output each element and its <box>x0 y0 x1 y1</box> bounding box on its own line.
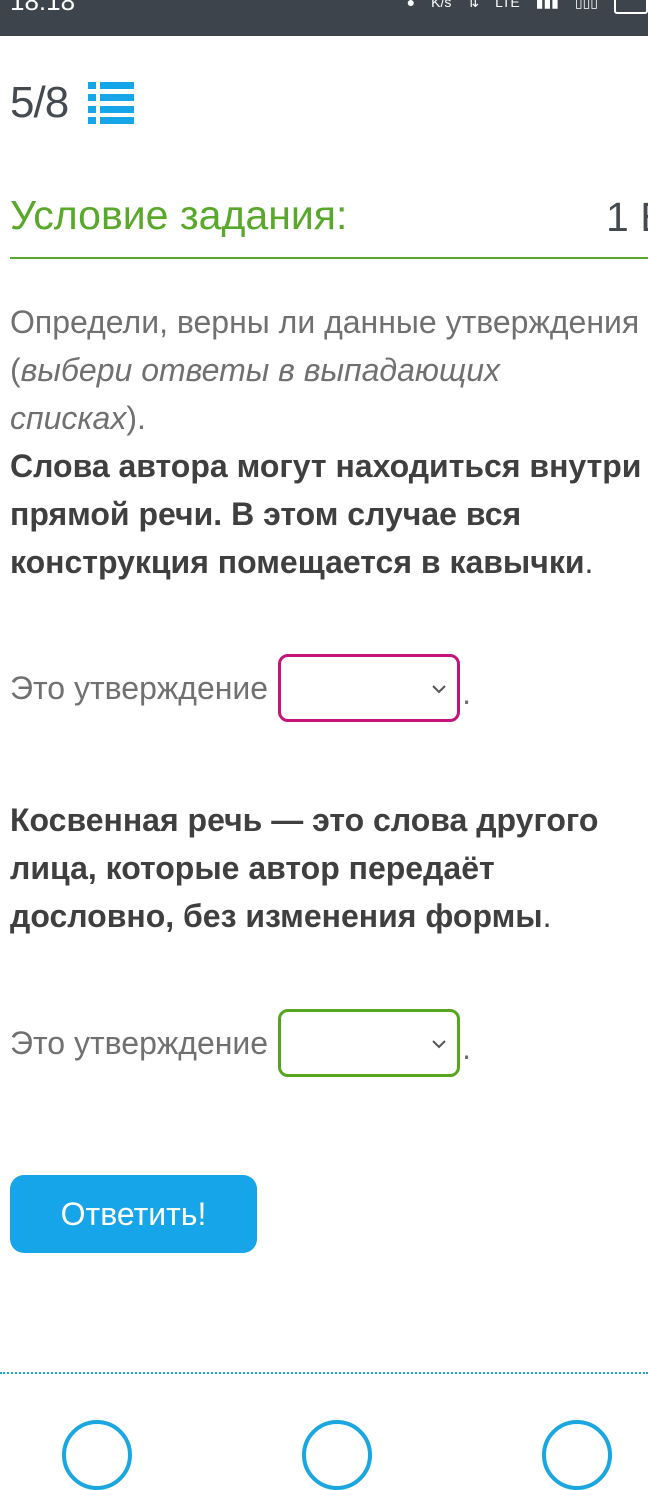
progress-counter: 5/8 <box>10 78 69 127</box>
statement-1-end: . <box>584 544 594 580</box>
network-speed: K/s <box>431 0 452 10</box>
answer-dropdown-1[interactable] <box>278 654 461 722</box>
instruction-italic: выбери ответы в выпадающих списках <box>10 352 500 436</box>
answer-1-dot: . <box>462 674 471 711</box>
answer-row-2: Это утверждение . <box>10 1009 471 1077</box>
condition-header: Условие задания: <box>10 192 348 238</box>
status-time: 18:18 <box>10 0 76 16</box>
signal-icon: ▮▮▮ <box>535 0 559 10</box>
chevron-down-icon <box>432 1040 446 1049</box>
answer-2-dot: . <box>462 1029 471 1066</box>
statement-1: Слова автора могут находиться внутри пря… <box>10 442 646 586</box>
status-bar: 18:18 ● K/s ⇅ LTE ▮▮▮ ▯▯▯ <box>0 0 648 36</box>
submit-button[interactable]: Ответить! <box>10 1175 257 1253</box>
alarm-icon: ● <box>406 0 416 10</box>
battery-icon <box>614 0 648 14</box>
points-label: 1 Б <box>606 194 648 240</box>
data-arrows-icon: ⇅ <box>467 0 480 10</box>
network-type: LTE <box>495 0 520 10</box>
list-icon[interactable] <box>88 82 135 124</box>
prev-task-button[interactable] <box>62 1420 132 1490</box>
statement-2-end: . <box>542 898 552 934</box>
instruction-main: Определи, верны ли данные утверждения <box>10 304 640 340</box>
instruction-close-paren: ). <box>126 400 146 436</box>
next-task-button[interactable] <box>542 1420 612 1490</box>
answer-label-2: Это утверждение <box>10 1024 269 1061</box>
chevron-down-icon <box>432 685 446 694</box>
footer-divider <box>0 1372 648 1374</box>
statement-2-text: Косвенная речь — это слова другого лица,… <box>10 802 599 934</box>
instruction-open-paren: ( <box>10 352 21 388</box>
statement-2: Косвенная речь — это слова другого лица,… <box>10 796 646 940</box>
task-progress: 5/8 <box>10 78 135 128</box>
header-divider <box>10 257 648 259</box>
statement-1-text: Слова автора могут находиться внутри пря… <box>10 448 642 580</box>
signal-2-icon: ▯▯▯ <box>574 0 598 10</box>
answer-label-1: Это утверждение <box>10 669 269 706</box>
status-icons: ● K/s ⇅ LTE ▮▮▮ ▯▯▯ <box>407 0 648 14</box>
answer-dropdown-2[interactable] <box>278 1009 461 1077</box>
answer-row-1: Это утверждение . <box>10 654 471 722</box>
instruction-text: Определи, верны ли данные утверждения (в… <box>10 298 640 442</box>
task-list-button[interactable] <box>302 1420 372 1490</box>
